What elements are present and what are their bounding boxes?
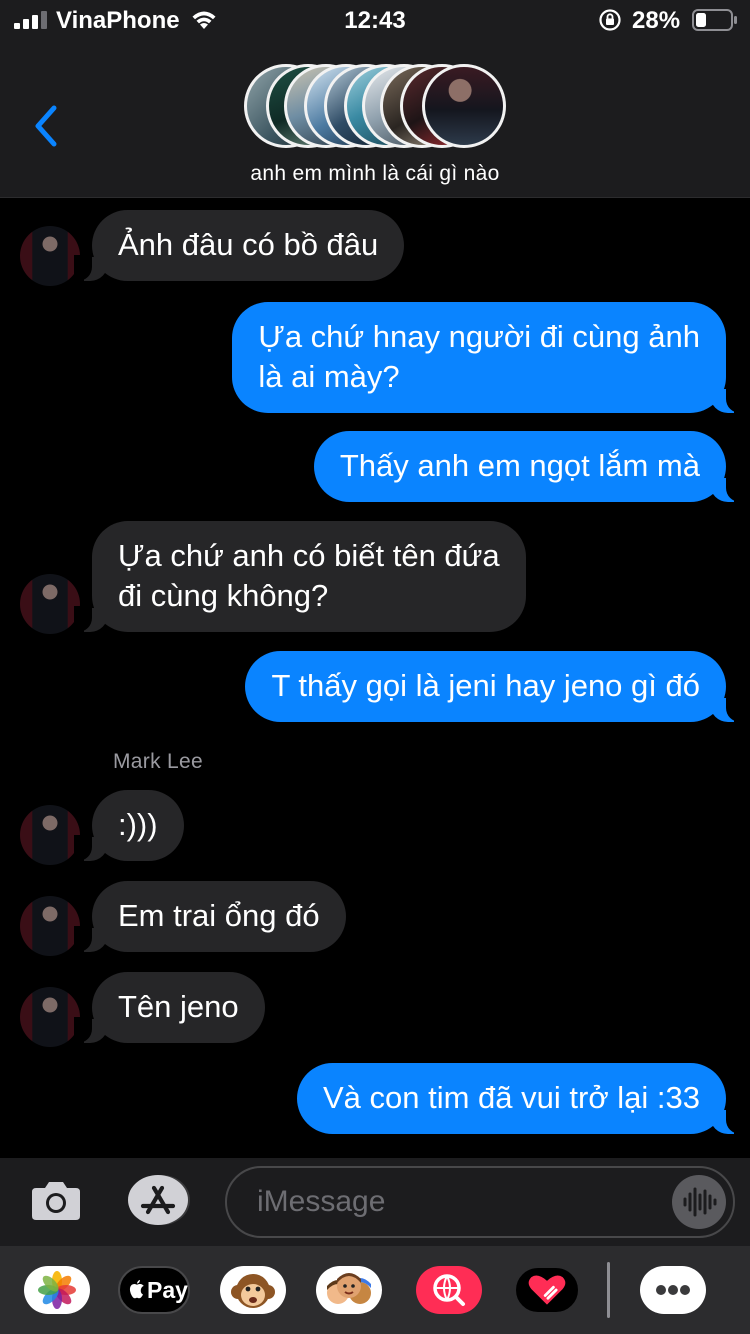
camera-icon[interactable]: [30, 1178, 82, 1222]
app-drawer: Pay: [0, 1246, 750, 1334]
message-bubble-outgoing[interactable]: Thấy anh em ngọt lắm mà: [313, 431, 745, 502]
message-bubble-incoming[interactable]: Ựa chứ anh có biết tên đứa đi cùng không…: [74, 521, 526, 632]
app-store-icon[interactable]: [126, 1174, 192, 1226]
message-text-line: đi cùng không?: [118, 578, 329, 613]
battery-icon: [692, 9, 737, 31]
avatar[interactable]: [20, 896, 80, 956]
apple-pay-label: Pay: [147, 1277, 188, 1303]
apple-logo-icon: [129, 1279, 144, 1299]
message-bubble-incoming[interactable]: :))): [74, 790, 184, 861]
drawer-divider: [607, 1262, 610, 1318]
battery-percentage: 28%: [632, 7, 681, 34]
message-text: Ảnh đâu có bồ đâu: [118, 227, 379, 262]
compose-bar: [0, 1158, 750, 1246]
memoji-icon[interactable]: [220, 1266, 286, 1314]
chevron-left-icon[interactable]: [30, 104, 64, 148]
message-bubble-outgoing[interactable]: Ựa chứ hnay người đi cùng ảnh là ai mày?: [232, 302, 744, 413]
status-bar: VinaPhone 12:43 28%: [0, 0, 750, 40]
avatar[interactable]: [20, 805, 80, 865]
message-text: Tên jeno: [118, 989, 239, 1024]
avatar[interactable]: [20, 226, 80, 286]
message-input[interactable]: [225, 1166, 735, 1238]
avatar[interactable]: [20, 574, 80, 634]
message-text-line: là ai mày?: [258, 359, 400, 394]
message-bubble-outgoing[interactable]: T thấy gọi là jeni hay jeno gì đó: [245, 651, 744, 722]
message-text-line: Ựa chứ anh có biết tên đứa: [118, 538, 500, 573]
memoji-stickers-icon[interactable]: [316, 1266, 382, 1314]
conversation-header: anh em mình là cái gì nào: [0, 40, 750, 198]
member-avatar: [422, 64, 506, 148]
message-text: Em trai ổng đó: [118, 898, 320, 933]
photos-icon[interactable]: [24, 1266, 90, 1314]
avatar[interactable]: [20, 987, 80, 1047]
message-text: T thấy gọi là jeni hay jeno gì đó: [271, 668, 700, 703]
group-title[interactable]: anh em mình là cái gì nào: [0, 162, 750, 186]
web-search-icon[interactable]: [416, 1266, 482, 1314]
waveform-icon[interactable]: [672, 1175, 726, 1229]
heart-icon[interactable]: [514, 1266, 580, 1314]
message-bubble-incoming[interactable]: Tên jeno: [74, 972, 265, 1043]
message-text-line: Ựa chứ hnay người đi cùng ảnh: [258, 319, 700, 354]
message-bubble-incoming[interactable]: Ảnh đâu có bồ đâu: [73, 210, 405, 281]
message-bubble-outgoing[interactable]: Và con tim đã vui trở lại :33: [297, 1063, 744, 1134]
message-bubble-incoming[interactable]: Em trai ổng đó: [74, 881, 346, 952]
apple-pay-button[interactable]: Pay: [118, 1266, 190, 1314]
message-thread[interactable]: Ảnh đâu có bồ đâu Ựa chứ hnay người đi c…: [0, 198, 750, 1158]
orientation-lock-icon: [599, 9, 621, 31]
message-text: :))): [118, 807, 158, 842]
sender-name: Mark Lee: [113, 750, 203, 773]
group-avatars[interactable]: [244, 64, 508, 148]
ellipsis-icon[interactable]: [640, 1266, 706, 1314]
message-text: Thấy anh em ngọt lắm mà: [339, 448, 700, 483]
message-text: Và con tim đã vui trở lại :33: [323, 1080, 700, 1115]
